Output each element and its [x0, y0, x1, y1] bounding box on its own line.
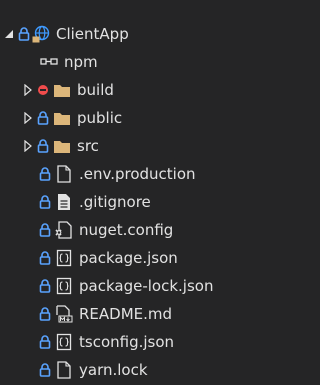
tree-item-label: README.md: [79, 305, 173, 323]
text-file-icon: [55, 193, 73, 211]
lock-icon: [36, 138, 50, 154]
tree-item-npm[interactable]: npm: [0, 48, 263, 76]
tree-item-yarn-lock[interactable]: yarn.lock: [0, 356, 263, 384]
markdown-file-icon: [55, 305, 73, 323]
folder-icon: [53, 137, 71, 155]
web-project-icon: [32, 25, 50, 43]
error-icon: [36, 82, 50, 98]
tree-item-label: yarn.lock: [79, 361, 148, 379]
lock-icon: [38, 194, 52, 210]
tree-item-package-lock-json[interactable]: package-lock.json: [0, 272, 263, 300]
tree-item-label: .env.production: [79, 165, 196, 183]
chevron-right-icon[interactable]: [22, 139, 34, 153]
tree-item-label: package.json: [79, 249, 178, 267]
json-file-icon: [55, 249, 73, 267]
lock-icon: [38, 306, 52, 322]
tree-item-tsconfig-json[interactable]: tsconfig.json: [0, 328, 263, 356]
lock-icon: [38, 222, 52, 238]
tree-item-label: build: [77, 81, 114, 99]
lock-icon: [38, 166, 52, 182]
npm-package-icon: [40, 53, 58, 71]
tree-item-label: public: [77, 109, 123, 127]
file-icon: [55, 361, 73, 379]
chevron-right-icon[interactable]: [22, 111, 34, 125]
tree-item-label: npm: [64, 53, 98, 71]
solution-explorer-tree: ClientApp npm build public src .env.prod…: [0, 0, 263, 385]
tree-item-nuget-config[interactable]: nuget.config: [0, 216, 263, 244]
tree-item-label: nuget.config: [79, 221, 174, 239]
chevron-down-icon[interactable]: [3, 27, 15, 41]
json-file-icon: [55, 333, 73, 351]
json-file-icon: [55, 277, 73, 295]
chevron-right-icon[interactable]: [22, 83, 34, 97]
tree-item-label: .gitignore: [79, 193, 151, 211]
tree-item-src[interactable]: src: [0, 132, 263, 160]
lock-icon: [38, 334, 52, 350]
tree-item-clientapp[interactable]: ClientApp: [0, 20, 263, 48]
file-icon: [55, 165, 73, 183]
folder-icon: [53, 109, 71, 127]
lock-icon: [38, 278, 52, 294]
lock-icon: [38, 362, 52, 378]
lock-icon: [38, 250, 52, 266]
folder-icon: [53, 81, 71, 99]
config-file-icon: [55, 221, 73, 239]
tree-item-env-production[interactable]: .env.production: [0, 160, 263, 188]
tree-item-build[interactable]: build: [0, 76, 263, 104]
tree-item-label: tsconfig.json: [79, 333, 175, 351]
tree-item-gitignore[interactable]: .gitignore: [0, 188, 263, 216]
tree-item-label: src: [77, 137, 99, 155]
tree-item-public[interactable]: public: [0, 104, 263, 132]
lock-icon: [17, 26, 31, 42]
tree-item-readme-md[interactable]: README.md: [0, 300, 263, 328]
tree-item-label: package-lock.json: [79, 277, 214, 295]
tree-item-package-json[interactable]: package.json: [0, 244, 263, 272]
lock-icon: [36, 110, 50, 126]
tree-item-label: ClientApp: [56, 25, 129, 43]
